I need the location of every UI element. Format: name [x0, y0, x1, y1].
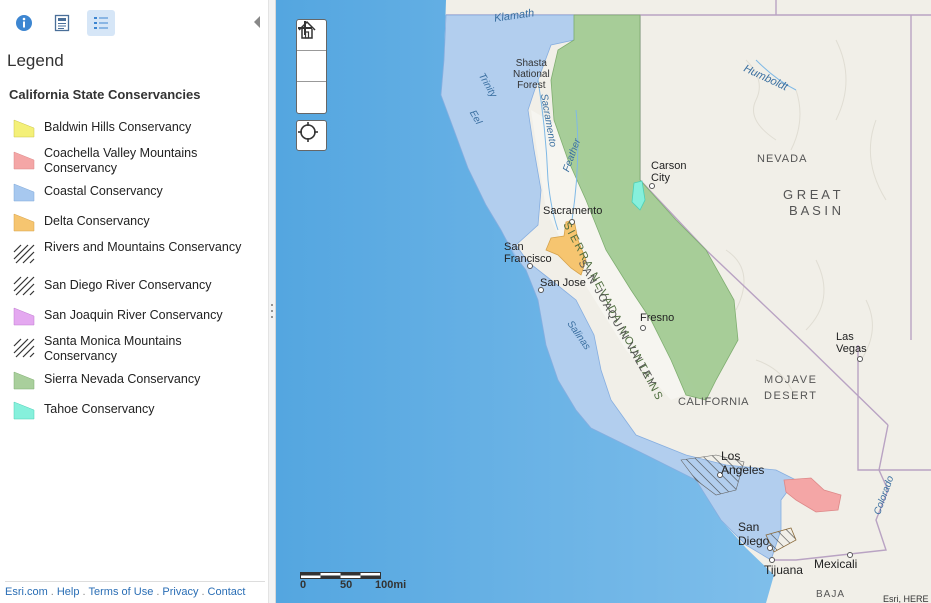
legend-swatch — [13, 183, 35, 202]
sidebar: Legend California State Conservancies Ba… — [0, 0, 268, 603]
footer-link-contact[interactable]: Contact — [208, 586, 246, 598]
tab-legend[interactable] — [87, 10, 115, 36]
legend-swatch — [13, 401, 35, 420]
legend-label: Rivers and Mountains Conservancy — [44, 240, 242, 254]
zoom-controls — [296, 19, 327, 114]
footer-link-help[interactable]: Help — [57, 586, 80, 598]
legend-label: Sierra Nevada Conservancy — [44, 372, 201, 386]
legend-swatch — [13, 276, 35, 296]
zoom-out-button[interactable] — [297, 27, 326, 113]
info-icon — [16, 15, 32, 31]
map-label-mojave: MOJAVE DESERT — [764, 374, 818, 402]
layer-title: California State Conservancies — [9, 87, 201, 102]
footer-separator: . — [82, 586, 86, 598]
collapse-sidebar-button[interactable] — [251, 14, 263, 30]
legend-swatch — [13, 338, 35, 358]
map-label-basin: B A S I N — [789, 203, 842, 218]
footer-links: Esri.com. Help. Terms of Use. Privacy. Conta… — [5, 581, 265, 598]
map-label-baja: BAJA — [816, 589, 846, 600]
legend-heading: Legend — [7, 51, 64, 70]
legend-label: Tahoe Conservancy — [44, 402, 155, 416]
map-label-tijuana: Tijuana — [764, 563, 803, 577]
legend-label: Baldwin Hills Conservancy — [44, 120, 192, 134]
footer-link-privacy[interactable]: Privacy — [162, 586, 198, 598]
map-label-great: G R E A T — [783, 187, 841, 202]
map-label-carson-city: Carson City — [651, 160, 687, 184]
tab-about[interactable] — [10, 10, 38, 36]
map-label-mexicali: Mexicali — [814, 557, 858, 571]
map-label-shasta: Shasta National Forest — [513, 58, 550, 91]
content-icon — [54, 14, 70, 32]
legend-swatch — [13, 151, 35, 170]
drag-handle-icon — [271, 304, 273, 318]
scale-label-100: 100mi — [375, 579, 407, 591]
legend-label: Coastal Conservancy — [44, 184, 163, 198]
footer-link-esri[interactable]: Esri.com — [5, 586, 48, 598]
map-label-san-jose: San Jose — [540, 277, 586, 289]
map-view[interactable]: Klamath Shasta National Forest Humboldt … — [276, 0, 931, 603]
scale-label-50: 50 — [340, 579, 353, 591]
home-button[interactable] — [297, 20, 326, 82]
legend-swatch — [13, 213, 35, 232]
legend-swatch — [13, 307, 35, 326]
map-label-fresno: Fresno — [640, 312, 675, 324]
chevron-left-icon — [254, 16, 260, 28]
sidebar-tabbar — [0, 0, 268, 46]
legend-label: Coachella Valley Mountains Conservancy — [44, 146, 198, 175]
tab-content[interactable] — [48, 10, 76, 36]
panel-splitter[interactable] — [268, 0, 276, 603]
map-label-las-vegas: Las Vegas — [836, 331, 867, 355]
map-label-los-angeles: Los Angeles — [721, 449, 765, 477]
legend-swatch — [13, 119, 35, 138]
map-label-sacramento: Sacramento — [543, 205, 603, 217]
locate-button[interactable] — [296, 120, 327, 151]
footer-link-terms[interactable]: Terms of Use — [89, 586, 154, 598]
footer-separator: . — [201, 586, 205, 598]
legend-icon — [94, 17, 108, 29]
map-label-san-diego: San Diego — [738, 520, 770, 548]
map-label-nevada: NEVADA — [757, 153, 808, 165]
footer-separator: . — [50, 586, 54, 598]
locate-icon — [298, 122, 318, 142]
legend-swatch — [13, 371, 35, 390]
legend-label: San Diego River Conservancy — [44, 278, 212, 292]
legend-label: Delta Conservancy — [44, 214, 150, 228]
scale-label-0: 0 — [300, 579, 307, 591]
map-label-san-francisco: San Francisco — [504, 241, 552, 265]
legend-label: Santa Monica Mountains Conservancy — [44, 334, 182, 363]
legend-label: San Joaquin River Conservancy — [44, 308, 223, 322]
map-label-california: CALIFORNIA — [678, 396, 750, 408]
legend-swatch — [13, 244, 35, 264]
map-attribution: Esri, HERE — [883, 594, 929, 603]
minus-icon — [298, 27, 312, 29]
